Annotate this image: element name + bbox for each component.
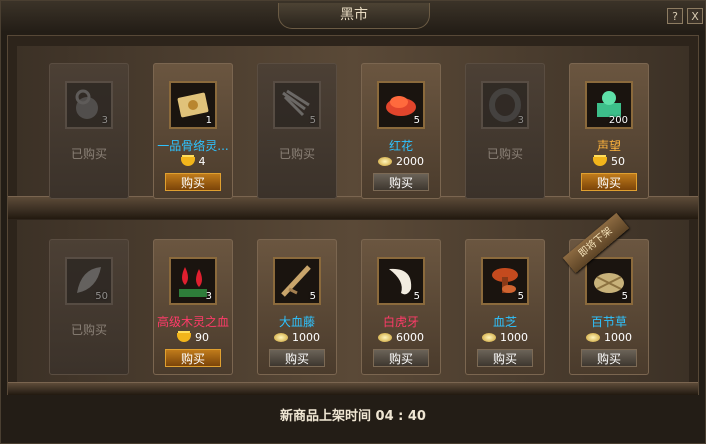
help-button[interactable]: ? <box>667 8 683 24</box>
buy-button[interactable]: 购买 <box>269 349 325 367</box>
item-name: 高级木灵之血 <box>156 315 229 329</box>
ring-icon: 3 <box>481 81 529 129</box>
coin-icon <box>482 333 496 342</box>
ingot-icon <box>593 157 607 166</box>
close-button[interactable]: X <box>687 8 703 24</box>
item-quantity: 1 <box>205 115 212 126</box>
shop-slot: 5 大血藤 1000 购买 <box>257 239 337 375</box>
sack-icon: 3 <box>65 81 113 129</box>
ingot-icon <box>180 157 195 166</box>
price-value: 90 <box>195 331 209 344</box>
price-value: 2000 <box>396 155 424 168</box>
shop-slot: 3 已购买 <box>49 63 129 199</box>
item-name: 红花 <box>388 139 413 153</box>
item-price: 6000 <box>361 331 441 344</box>
vine-icon[interactable]: 5 <box>273 257 321 305</box>
item-price: 1000 <box>465 331 545 344</box>
price-value: 1000 <box>500 331 528 344</box>
coin-icon <box>274 333 288 342</box>
shop-slot: 200 声望 50 购买 <box>569 63 649 199</box>
sold-label: 已购买 <box>70 323 107 337</box>
item-quantity: 3 <box>205 291 212 302</box>
buy-button[interactable]: 购买 <box>165 349 221 367</box>
root-icon: 5 <box>273 81 321 129</box>
sold-label: 已购买 <box>278 147 315 161</box>
mushroom-icon[interactable]: 5 <box>481 257 529 305</box>
shop-slot: 5 白虎牙 6000 购买 <box>361 239 441 375</box>
item-quantity: 5 <box>309 115 316 126</box>
item-quantity: 3 <box>101 115 108 126</box>
shop-slot: 1 一品骨络灵... 4 购买 <box>153 63 233 199</box>
coin-icon <box>586 333 600 342</box>
buy-button[interactable]: 购买 <box>477 349 533 367</box>
item-quantity: 50 <box>95 291 108 302</box>
item-price: 4 <box>153 155 233 168</box>
buy-button[interactable]: 购买 <box>581 173 637 191</box>
item-price: 50 <box>569 155 649 168</box>
window-title: 黑市 <box>278 3 430 29</box>
upper-shelf-board <box>8 196 698 219</box>
blood-drops-icon[interactable]: 3 <box>169 257 217 305</box>
item-name: 大血藤 <box>278 315 315 329</box>
item-name: 一品骨络灵... <box>157 139 229 153</box>
shop-slot: 50 已购买 <box>49 239 129 375</box>
item-price: 90 <box>153 331 233 344</box>
item-price: 1000 <box>569 331 649 344</box>
coin-icon <box>378 333 392 342</box>
coin-icon <box>378 157 392 166</box>
item-name: 血芝 <box>492 315 517 329</box>
item-quantity: 5 <box>413 291 420 302</box>
item-quantity: 5 <box>517 291 524 302</box>
leaf-icon: 50 <box>65 257 113 305</box>
restock-time: 04 : 40 <box>375 409 426 424</box>
grass-icon[interactable]: 5 <box>585 257 633 305</box>
buy-button[interactable]: 购买 <box>373 349 429 367</box>
tiger-fang-icon[interactable]: 5 <box>377 257 425 305</box>
black-market-window: 黑市 ? X 3 已购买 1 一品骨络灵... 4 购买 5 已购买 5 红花 … <box>0 0 706 444</box>
price-value: 1000 <box>292 331 320 344</box>
price-value: 4 <box>198 155 206 168</box>
shop-slot: 5 血芝 1000 购买 <box>465 239 545 375</box>
restock-label: 新商品上架时间 <box>280 409 372 424</box>
item-name: 百节草 <box>590 315 627 329</box>
buy-button[interactable]: 购买 <box>581 349 637 367</box>
red-flower-icon[interactable]: 5 <box>377 81 425 129</box>
item-name: 白虎牙 <box>382 315 419 329</box>
scroll-icon[interactable]: 1 <box>169 81 217 129</box>
lower-shelf-board <box>8 382 698 395</box>
title-bar: 黑市 ? X <box>1 1 705 31</box>
price-value: 50 <box>611 155 625 168</box>
shop-slot: 3 高级木灵之血 90 购买 <box>153 239 233 375</box>
shop-slot: 3 已购买 <box>465 63 545 199</box>
sold-label: 已购买 <box>486 147 523 161</box>
item-price: 1000 <box>257 331 337 344</box>
buy-button[interactable]: 购买 <box>165 173 221 191</box>
price-value: 1000 <box>604 331 632 344</box>
restock-timer: 新商品上架时间 04 : 40 <box>1 397 705 437</box>
item-quantity: 200 <box>608 115 628 126</box>
jade-seal-icon[interactable]: 200 <box>585 81 633 129</box>
item-quantity: 5 <box>621 291 628 302</box>
item-quantity: 5 <box>309 291 316 302</box>
item-name: 声望 <box>596 139 621 153</box>
sold-label: 已购买 <box>70 147 107 161</box>
item-price: 2000 <box>361 155 441 168</box>
shop-slot: 5 已购买 <box>257 63 337 199</box>
buy-button[interactable]: 购买 <box>373 173 429 191</box>
shop-slot: 5 红花 2000 购买 <box>361 63 441 199</box>
item-quantity: 3 <box>517 115 524 126</box>
price-value: 6000 <box>396 331 424 344</box>
item-quantity: 5 <box>413 115 420 126</box>
ingot-icon <box>177 333 191 342</box>
